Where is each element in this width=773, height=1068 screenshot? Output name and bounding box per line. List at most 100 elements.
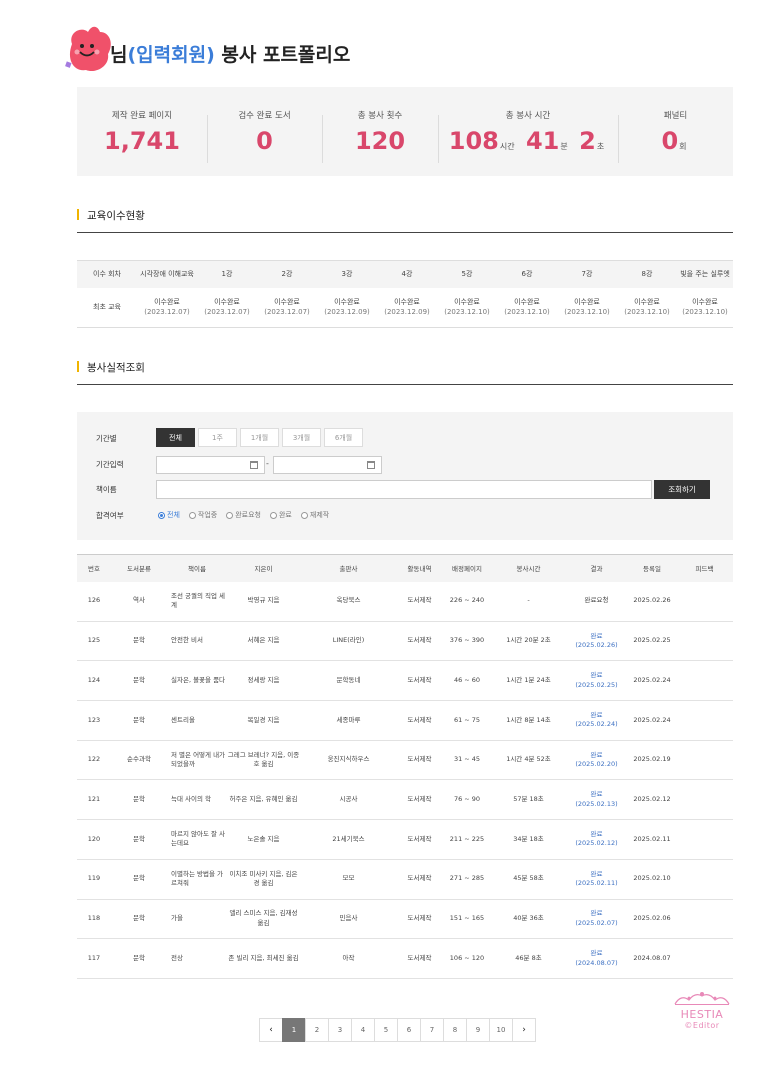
start-date-input[interactable] (156, 456, 265, 474)
cell-activity: 도서제작 (397, 938, 442, 979)
cell-category: 문학 (111, 859, 167, 900)
radio-circle[interactable] (226, 511, 234, 519)
stat-time: 총 봉사 시간 108시간 41분 2초 (438, 109, 618, 163)
cell-title[interactable]: 조선 궁궐의 직업 세계 (167, 581, 227, 622)
cell-result: 완료요청 (565, 581, 628, 622)
cell-title[interactable]: 이별하는 방법을 가르쳐줘 (167, 859, 227, 900)
stat-count: 총 봉사 횟수 120 (322, 109, 438, 163)
search-button[interactable]: 조회하기 (654, 480, 710, 499)
calendar-icon[interactable] (367, 461, 375, 469)
period-tab-1week[interactable]: 1주 (198, 428, 237, 447)
education-section-title: 교육이수현황 (77, 208, 145, 223)
edu-status: 이수완료 (574, 297, 600, 306)
edu-status: 이수완료 (634, 297, 660, 306)
pagination: ‹ 1 2 3 4 5 6 7 8 9 10 › (259, 1018, 536, 1042)
radio-label: 재제작 (309, 511, 330, 519)
page-button-4[interactable]: 4 (351, 1018, 375, 1042)
cell-category: 역사 (111, 581, 167, 622)
edu-date: (2023.12.10) (564, 308, 610, 317)
edu-status: 이수완료 (274, 297, 300, 306)
page-button-8[interactable]: 8 (443, 1018, 467, 1042)
page-button-2[interactable]: 2 (305, 1018, 329, 1042)
minutes-unit: 분 (560, 141, 568, 151)
cell-result: 완료 (2025.02.11) (565, 859, 628, 900)
page-button-3[interactable]: 3 (328, 1018, 352, 1042)
page-button-9[interactable]: 9 (466, 1018, 490, 1042)
page-button-6[interactable]: 6 (397, 1018, 421, 1042)
cell-publisher: 모모 (300, 859, 397, 900)
radio-request[interactable]: 완료요청 (226, 510, 261, 520)
period-tab-1month[interactable]: 1개월 (240, 428, 279, 447)
cell-title[interactable]: 가을 (167, 899, 227, 940)
cell-registered: 2025.02.19 (628, 740, 676, 781)
cell-activity: 도서제작 (397, 581, 442, 622)
cell-author: 정세랑 지음 (227, 660, 300, 702)
prev-page-button[interactable]: ‹ (259, 1018, 283, 1042)
page-button-10[interactable]: 10 (489, 1018, 513, 1042)
calendar-icon[interactable] (250, 461, 258, 469)
cell-activity: 도서제작 (397, 740, 442, 781)
radio-circle[interactable] (269, 511, 277, 519)
cell-author: 허주은 지음, 유혜인 옮김 (227, 779, 300, 821)
result-status: 완료요청 (584, 596, 609, 605)
cell-category: 문학 (111, 700, 167, 741)
next-page-button[interactable]: › (512, 1018, 536, 1042)
stats-panel: 제작 완료 페이지 1,741 검수 완료 도서 0 총 봉사 횟수 120 총… (77, 87, 733, 176)
radio-all[interactable]: 전체 (158, 510, 180, 520)
cell-title[interactable]: 실자은, 볼꽃을 품다 (167, 660, 227, 702)
radio-circle[interactable] (188, 511, 196, 519)
cell-title[interactable]: 전상 (167, 938, 227, 979)
cell-result: 완료 (2025.02.13) (565, 779, 628, 821)
page-button-7[interactable]: 7 (420, 1018, 444, 1042)
column-header: 지은이 (227, 554, 300, 582)
cell-no: 122 (77, 740, 111, 781)
page-button-1[interactable]: 1 (282, 1018, 306, 1042)
cell-time: - (492, 581, 565, 622)
cell-no: 124 (77, 660, 111, 702)
page-header: 님(입력회원) 봉사 포트폴리오 (60, 20, 460, 80)
cell-no: 118 (77, 899, 111, 940)
cell-title[interactable]: 안전한 비서 (167, 621, 227, 662)
stat-label: 검수 완료 도서 (238, 110, 291, 121)
radio-label: 작업중 (197, 511, 218, 519)
radio-circle[interactable] (300, 511, 308, 519)
edu-date: (2023.12.07) (144, 308, 190, 317)
result-status: 완료 (590, 710, 603, 719)
column-header: 출판사 (300, 554, 397, 582)
cell-activity: 도서제작 (397, 621, 442, 662)
cell-title[interactable]: 늑대 사이의 학 (167, 779, 227, 821)
period-tabs: 전체 1주 1개월 3개월 6개월 (156, 428, 363, 447)
table-row: 121 문학 늑대 사이의 학 허주은 지음, 유혜인 옮김 시공사 도서제작 … (77, 779, 733, 821)
cell-title[interactable]: 마르지 않아도 잘 사는데요 (167, 819, 227, 860)
end-date-input[interactable] (273, 456, 382, 474)
radio-circle[interactable] (158, 511, 165, 519)
column-header: 봉사시간 (492, 554, 565, 582)
cell-feedback (676, 700, 733, 741)
cell-author: 박영규 지음 (227, 581, 300, 622)
cell-registered: 2025.02.12 (628, 779, 676, 821)
cell-category: 문학 (111, 660, 167, 702)
stat-value: 0회 (618, 127, 733, 155)
cell-author: 그레그 브레너? 지음, 이종호 옮김 (227, 740, 300, 781)
cell-no: 119 (77, 859, 111, 900)
radio-complete[interactable]: 완료 (269, 510, 292, 520)
radio-in-progress[interactable]: 작업중 (188, 510, 218, 520)
page-button-5[interactable]: 5 (374, 1018, 398, 1042)
penalty-unit: 회 (679, 141, 687, 151)
cell-title[interactable]: 센트리올 (167, 700, 227, 741)
book-name-input[interactable] (156, 480, 652, 499)
cell-author: 서혜은 지음 (227, 621, 300, 662)
table-row: 123 문학 센트리올 복일경 지음 세종마루 도서제작 61 ~ 75 1시간… (77, 700, 733, 741)
cell-feedback (676, 859, 733, 900)
cell-title[interactable]: 저 별은 어떻게 내가 되었을까 (167, 740, 227, 781)
radio-remake[interactable]: 재제작 (300, 510, 330, 520)
period-tab-all[interactable]: 전체 (156, 428, 195, 447)
result-status: 완료 (590, 949, 603, 958)
period-tab-3month[interactable]: 3개월 (282, 428, 321, 447)
penalty-value: 0 (661, 126, 679, 155)
stat-value: 120 (354, 126, 406, 155)
pass-label: 합격여부 (96, 511, 124, 520)
period-tab-6month[interactable]: 6개월 (324, 428, 363, 447)
cell-feedback (676, 740, 733, 781)
cell-time: 1시간 8분 14초 (492, 700, 565, 741)
